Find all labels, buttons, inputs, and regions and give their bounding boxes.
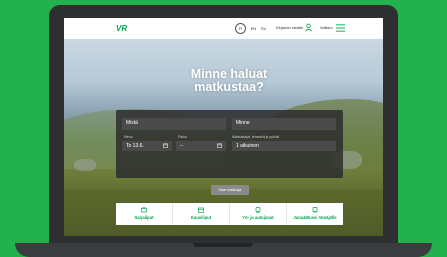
user-icon[interactable] — [304, 23, 313, 32]
headline-line-2: matkustaa? — [194, 80, 264, 94]
departure-label: Meno — [124, 135, 133, 139]
calendar-icon — [217, 143, 222, 148]
quick-link-season-tickets[interactable]: Kausiliput — [173, 203, 230, 225]
from-input[interactable]: Mistä — [122, 118, 226, 130]
return-date-value: – — [180, 143, 183, 149]
laptop-notch — [193, 243, 253, 247]
lang-fi-button[interactable]: FI — [235, 23, 246, 34]
quick-link-label: Juna&Bussi Venäjälle — [293, 215, 337, 220]
return-label: Paluu — [178, 135, 187, 139]
laptop-screen: VR FI EN SV Kirjaudu sisään Valikko Minn… — [64, 18, 383, 236]
calendar-ticket-icon — [198, 207, 204, 213]
to-input[interactable]: Minne — [232, 118, 336, 130]
search-button[interactable]: Hae matkoja — [211, 185, 249, 195]
login-link[interactable]: Kirjaudu sisään — [276, 25, 303, 30]
top-navbar: VR FI EN SV Kirjaudu sisään Valikko — [64, 18, 383, 40]
quick-link-label: Kausiliput — [190, 215, 212, 220]
passengers-input[interactable]: 1 aikuinen — [232, 141, 336, 151]
return-date-input[interactable]: – — [176, 141, 226, 151]
train-bus-icon — [312, 207, 318, 213]
ticket-stack-icon — [141, 207, 147, 213]
train-icon — [255, 207, 261, 213]
departure-date-input[interactable]: To 13.6. — [122, 141, 172, 151]
departure-date-value: To 13.6. — [126, 143, 144, 149]
quick-links-bar: Sarjaliput Kausiliput Yö- ja autojunat J… — [116, 203, 343, 225]
passengers-label: Matkustajat, lemmikit ja pyörät — [232, 135, 280, 139]
lang-sv-button[interactable]: SV — [258, 23, 269, 34]
quick-link-night-trains[interactable]: Yö- ja autojunat — [230, 203, 287, 225]
quick-link-series-tickets[interactable]: Sarjaliput — [116, 203, 173, 225]
search-panel: Mistä Minne Meno Paluu Matkustajat, lemm… — [116, 110, 343, 178]
quick-link-train-bus-russia[interactable]: Juna&Bussi Venäjälle — [287, 203, 343, 225]
landscape-rock — [74, 159, 96, 171]
quick-link-label: Yö- ja autojunat — [242, 215, 274, 220]
calendar-icon — [163, 143, 168, 148]
hamburger-menu-icon[interactable] — [336, 24, 345, 32]
hero-headline: Minne haluat matkustaa? — [164, 68, 294, 94]
quick-link-label: Sarjaliput — [134, 215, 154, 220]
menu-link[interactable]: Valikko — [320, 25, 333, 30]
vr-logo[interactable]: VR — [116, 24, 127, 33]
